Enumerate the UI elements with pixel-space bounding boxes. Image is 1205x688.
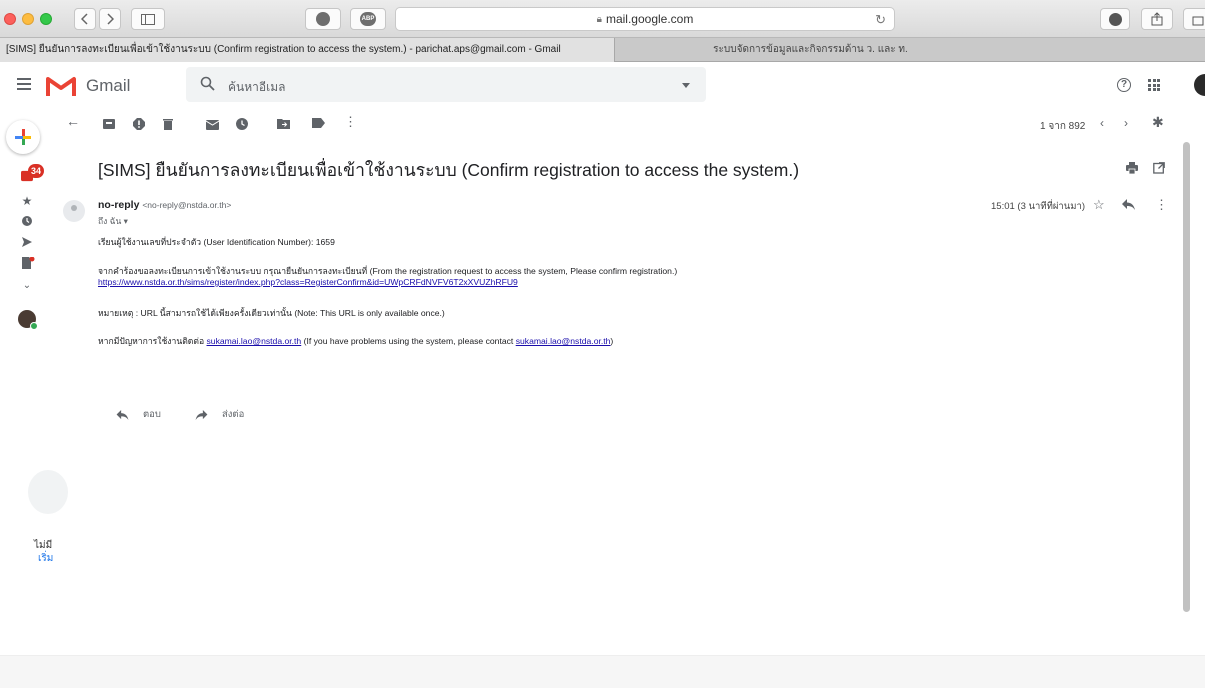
gmail-header: Gmail ค้นหาอีเมล ? <box>0 62 1205 108</box>
left-rail: 34 ★ ⌄ ไม่มี เริ่ม <box>0 108 68 688</box>
hangouts-start-link[interactable]: เริ่ม <box>38 551 53 566</box>
contact-email-link[interactable]: sukamai.lao@nstda.or.th <box>207 336 302 346</box>
bottom-strip <box>0 655 1205 688</box>
download-icon <box>1108 12 1122 26</box>
lock-icon: 🔒︎ <box>596 13 602 25</box>
minimize-window-button[interactable] <box>22 13 34 25</box>
contact-mid: (If you have problems using the system, … <box>303 336 514 346</box>
back-to-inbox-icon[interactable]: ← <box>66 114 80 128</box>
sender-avatar <box>63 200 85 222</box>
settings-gear-icon[interactable]: ✱ <box>1152 115 1164 129</box>
search-input[interactable]: ค้นหาอีเมล <box>228 78 285 97</box>
sender-line: no-reply <no-reply@nstda.or.th> <box>98 199 231 211</box>
delete-icon[interactable] <box>163 118 173 130</box>
older-chevron-icon[interactable]: › <box>1124 117 1128 129</box>
gmail-wordmark: Gmail <box>86 76 131 95</box>
chevron-left-icon <box>81 13 88 25</box>
drafts-icon[interactable] <box>21 256 35 269</box>
main-menu-icon[interactable] <box>17 78 31 90</box>
starred-icon[interactable]: ★ <box>21 195 33 207</box>
search-bar[interactable]: ค้นหาอีเมล <box>186 67 706 102</box>
downloads-button[interactable] <box>1100 8 1130 30</box>
help-icon[interactable]: ? <box>1117 78 1131 92</box>
message-time: 15:01 (3 นาทีที่ผ่านมา) <box>991 201 1086 212</box>
move-to-icon[interactable] <box>277 118 290 129</box>
pinterest-extension-button[interactable] <box>305 8 341 30</box>
adblock-extension-button[interactable]: ABP <box>350 8 386 30</box>
body-contact: หากมีปัญหาการใช้งานติดต่อ sukamai.lao@ns… <box>98 334 613 348</box>
hangouts-avatar[interactable] <box>18 310 38 330</box>
apps-grid-icon[interactable] <box>1148 79 1160 91</box>
snooze-icon[interactable] <box>236 118 248 130</box>
inbox-count-badge: 34 <box>28 164 44 178</box>
archive-icon[interactable] <box>103 118 115 130</box>
print-icon[interactable] <box>1126 162 1138 174</box>
fullscreen-window-button[interactable] <box>40 13 52 25</box>
sidebar-icon <box>141 13 155 25</box>
forward-button[interactable]: ส่งต่อ <box>195 407 244 422</box>
forward-label: ส่งต่อ <box>222 409 245 420</box>
body-instruction: จากคำร้องขอลงทะเบียนการเข้าใช้งานระบบ กร… <box>98 266 678 276</box>
reload-icon[interactable]: ↻ <box>875 12 886 28</box>
reply-button[interactable]: ตอบ <box>116 407 161 422</box>
account-avatar[interactable] <box>1194 74 1205 96</box>
body-greeting: เรียนผู้ใช้งานเลขที่ประจำตัว (User Ident… <box>98 237 335 247</box>
tab-bar: [SIMS] ยืนยันการลงทะเบียนเพื่อเข้าใช้งาน… <box>0 38 1205 62</box>
hangouts-placeholder <box>28 470 68 514</box>
tab-gmail[interactable]: [SIMS] ยืนยันการลงทะเบียนเพื่อเข้าใช้งาน… <box>0 38 615 62</box>
pagination-text: 1 จาก 892 <box>1040 121 1086 132</box>
address-text: mail.google.com <box>605 12 694 26</box>
body-note: หมายเหตุ : URL นี้สามารถใช้ได้เพียงครั้ง… <box>98 308 445 318</box>
sender-name[interactable]: no-reply <box>98 199 139 211</box>
chevron-right-icon <box>107 13 114 25</box>
snoozed-icon[interactable] <box>21 215 33 227</box>
browser-toolbar: ABP 🔒︎ mail.google.com ↻ <box>0 0 1205 38</box>
open-in-new-window-icon[interactable] <box>1153 162 1165 174</box>
pinterest-icon <box>316 12 330 26</box>
newer-chevron-icon[interactable]: ‹ <box>1100 117 1104 129</box>
confirm-registration-link[interactable]: https://www.nstda.or.th/sims/register/in… <box>98 277 518 287</box>
sidebar-toggle-button[interactable] <box>131 8 165 30</box>
tab-sims[interactable]: ระบบจัดการข้อมูลและกิจกรรมด้าน ว. และ ท. <box>616 38 1205 62</box>
online-status-icon <box>30 322 38 330</box>
email-subject: [SIMS] ยืนยันการลงทะเบียนเพื่อเข้าใช้งาน… <box>98 160 800 180</box>
message-action-toolbar: ← ⋮ 1 จาก 892 ‹ › ✱ <box>56 108 1184 140</box>
reply-arrow-icon <box>116 409 129 420</box>
forward-button[interactable] <box>99 8 121 30</box>
safari-window: ABP 🔒︎ mail.google.com ↻ [SIMS] ยืนยันกา… <box>0 0 1205 688</box>
new-tab-button[interactable] <box>1183 8 1205 30</box>
report-spam-icon[interactable] <box>133 118 145 130</box>
contact-end: ) <box>610 336 614 346</box>
search-options-icon[interactable] <box>682 83 690 88</box>
mark-unread-icon[interactable] <box>206 118 219 130</box>
more-options-icon[interactable]: ⋮ <box>344 115 357 128</box>
search-icon[interactable] <box>200 76 215 91</box>
contact-prefix: หากมีปัญหาการใช้งานติดต่อ <box>98 336 205 346</box>
adblock-icon: ABP <box>360 12 376 26</box>
sender-email: <no-reply@nstda.or.th> <box>142 200 232 210</box>
label-icon[interactable] <box>312 118 325 128</box>
tabs-icon <box>1192 16 1204 26</box>
contact-email-link-2[interactable]: sukamai.lao@nstda.or.th <box>516 336 611 346</box>
address-bar[interactable]: 🔒︎ mail.google.com ↻ <box>395 7 895 31</box>
message-more-icon[interactable]: ⋮ <box>1155 197 1168 213</box>
close-window-button[interactable] <box>4 13 16 25</box>
gmail-logo-icon[interactable] <box>46 75 76 97</box>
share-button[interactable] <box>1141 8 1173 30</box>
back-button[interactable] <box>74 8 96 30</box>
compose-button[interactable] <box>6 120 40 154</box>
sent-icon[interactable] <box>21 236 33 248</box>
recipient-dropdown[interactable]: ถึง ฉัน ▾ <box>98 214 128 228</box>
scrollbar-thumb[interactable] <box>1183 142 1190 612</box>
forward-arrow-icon <box>195 409 208 420</box>
star-icon[interactable]: ☆ <box>1093 197 1105 213</box>
share-icon <box>1151 12 1163 26</box>
more-chevron-icon[interactable]: ⌄ <box>21 280 33 292</box>
reply-label: ตอบ <box>143 409 161 420</box>
reply-icon[interactable] <box>1122 199 1135 210</box>
